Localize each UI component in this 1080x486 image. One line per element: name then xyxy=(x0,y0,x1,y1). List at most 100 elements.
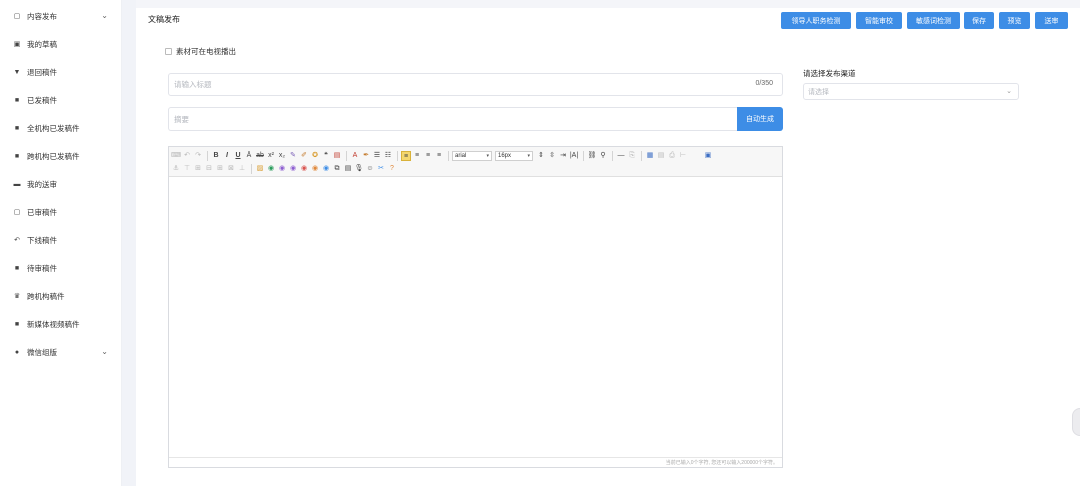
scissors-icon[interactable]: ✂ xyxy=(376,164,386,174)
chevron-down-icon[interactable]: ⌄ xyxy=(101,347,108,356)
horizontal-rule-icon[interactable]: — xyxy=(616,151,626,161)
fullscreen-icon[interactable]: ▣ xyxy=(703,151,713,161)
split-cols-icon[interactable]: ⊞ xyxy=(215,164,225,174)
print-icon[interactable]: ⎙ xyxy=(667,151,677,161)
sidebar-item[interactable]: ■ 全机构已发稿件 xyxy=(0,118,122,138)
remove-format-icon[interactable]: ✎ xyxy=(288,151,298,161)
unordered-list-icon[interactable]: ☷ xyxy=(383,151,393,161)
help-icon[interactable]: ? xyxy=(387,164,397,174)
strikethrough-icon[interactable]: ab xyxy=(255,151,265,161)
sensitive-word-check-button[interactable]: 敏感词检测 xyxy=(907,12,960,29)
split-cells-icon[interactable]: ⊞ xyxy=(193,164,203,174)
anchor-icon[interactable]: ⚓ xyxy=(171,164,181,174)
sidebar-item[interactable]: ■ 已发稿件 xyxy=(0,90,122,110)
tv-broadcast-option[interactable]: 素材可在电视播出 xyxy=(165,46,236,57)
sidebar-item[interactable]: ▣ 我的草稿 xyxy=(0,34,122,54)
rich-text-editor[interactable]: ⌨ ↶ ↷ B I U Ā ab x² x₂ ✎ ✐ ✪ ❝ ▤ A ✒ ☰ ☷… xyxy=(168,146,783,468)
font-color-icon[interactable]: A xyxy=(350,151,360,161)
font-size-value: 16px xyxy=(498,153,512,159)
abstract-field[interactable] xyxy=(168,107,737,131)
underline-icon[interactable]: U xyxy=(233,151,243,161)
toolbar-divider xyxy=(251,164,252,174)
plugin-blue-icon[interactable]: ◉ xyxy=(321,164,331,174)
sidebar-item[interactable]: ▼ 退回稿件 xyxy=(0,62,122,82)
highlight-color-icon[interactable]: ✒ xyxy=(361,151,371,161)
document-icon: ▢ xyxy=(13,208,21,216)
preview-button[interactable]: 预览 xyxy=(999,12,1030,29)
font-size-select[interactable]: 16px ▾ xyxy=(495,151,533,161)
sidebar-item[interactable]: ● 微信组版 ⌄ xyxy=(0,342,122,362)
align-right-icon[interactable]: ≡ xyxy=(423,151,433,161)
pagebreak-icon[interactable]: ⎘ xyxy=(627,151,637,161)
line-height-icon[interactable]: ⇳ xyxy=(547,151,557,161)
subscript-icon[interactable]: x₂ xyxy=(277,151,287,161)
save-button[interactable]: 保存 xyxy=(964,12,994,29)
bold-icon[interactable]: B xyxy=(211,151,221,161)
paste-plain-icon[interactable]: ▤ xyxy=(332,151,342,161)
leader-title-check-button[interactable]: 领导人职务检测 xyxy=(781,12,851,29)
editor-toolbar: ⌨ ↶ ↷ B I U Ā ab x² x₂ ✎ ✐ ✪ ❝ ▤ A ✒ ☰ ☷… xyxy=(169,147,782,177)
insert-frame-icon[interactable]: ⧉ xyxy=(332,164,342,174)
sidebar-item[interactable]: ■ 跨机构已发稿件 xyxy=(0,146,122,166)
font-family-select[interactable]: arial ▾ xyxy=(452,151,492,161)
plugin-purple-icon[interactable]: ◉ xyxy=(277,164,287,174)
smart-proofread-button[interactable]: 智能审校 xyxy=(856,12,902,29)
square-icon: ■ xyxy=(14,152,20,160)
sidebar-item[interactable]: ▢ 已审稿件 xyxy=(0,202,122,222)
microphone-icon[interactable]: 🎙 xyxy=(354,164,364,174)
plugin-red-icon[interactable]: ◉ xyxy=(299,164,309,174)
title-field[interactable]: 0/350 xyxy=(168,73,783,96)
blockquote-icon[interactable]: ❝ xyxy=(321,151,331,161)
indent-icon[interactable]: ⇥ xyxy=(558,151,568,161)
split-rows-icon[interactable]: ⊟ xyxy=(204,164,214,174)
sidebar-item[interactable]: ▢ 内容发布 ⌄ xyxy=(0,6,122,26)
sidebar-item-label: 我的草稿 xyxy=(27,39,57,49)
channel-select[interactable]: 请选择 ⌄ xyxy=(803,83,1019,100)
chevron-down-icon[interactable]: ⌄ xyxy=(101,11,108,20)
plugin-orange-icon[interactable]: ◉ xyxy=(310,164,320,174)
link-icon[interactable]: ⛓ xyxy=(587,151,597,161)
sidebar-item[interactable]: ▬ 我的送审 xyxy=(0,174,122,194)
plugin-green-icon[interactable]: ◉ xyxy=(266,164,276,174)
search-replace-icon[interactable]: ⚲ xyxy=(598,151,608,161)
submit-review-button[interactable]: 送审 xyxy=(1035,12,1068,29)
align-left-icon[interactable]: ≡ xyxy=(401,151,411,161)
content-gutter xyxy=(122,0,136,486)
table-props-icon[interactable]: ▤ xyxy=(656,151,666,161)
editor-content-area[interactable] xyxy=(169,177,782,457)
image-icon[interactable]: ▨ xyxy=(255,164,265,174)
tv-broadcast-checkbox[interactable] xyxy=(165,48,172,55)
source-code-icon[interactable]: ⌨ xyxy=(171,151,181,161)
sidebar-item[interactable]: ↶ 下线稿件 xyxy=(0,230,122,250)
italic-icon[interactable]: I xyxy=(222,151,232,161)
merge-cells-icon[interactable]: ⊤ xyxy=(182,164,192,174)
sidebar-item[interactable]: ♛ 跨机构稿件 xyxy=(0,286,122,306)
emotion-icon[interactable]: ☺ xyxy=(365,164,375,174)
title-input[interactable] xyxy=(169,74,729,95)
superscript-icon[interactable]: x² xyxy=(266,151,276,161)
auto-generate-button[interactable]: 自动生成 xyxy=(737,107,783,131)
delete-table-icon[interactable]: ⊠ xyxy=(226,164,236,174)
format-painter-icon[interactable]: ✐ xyxy=(299,151,309,161)
insert-col-icon[interactable]: ⊢ xyxy=(678,151,688,161)
title-char-counter: 0/350 xyxy=(755,80,773,87)
sidebar-item[interactable]: ■ 新媒体视频稿件 xyxy=(0,314,122,334)
table-icon[interactable]: ▦ xyxy=(645,151,655,161)
ordered-list-icon[interactable]: ☰ xyxy=(372,151,382,161)
auto-format-icon[interactable]: ✪ xyxy=(310,151,320,161)
sidebar-item-label: 内容发布 xyxy=(27,11,57,21)
paragraph-spacing-icon[interactable]: ⇕ xyxy=(536,151,546,161)
font-scale-icon[interactable]: |A| xyxy=(569,151,579,161)
align-justify-icon[interactable]: ≡ xyxy=(434,151,444,161)
abstract-input[interactable] xyxy=(169,108,729,130)
align-center-icon[interactable]: ≡ xyxy=(412,151,422,161)
plugin-violet-icon[interactable]: ◉ xyxy=(288,164,298,174)
font-border-icon[interactable]: Ā xyxy=(244,151,254,161)
redo-icon[interactable]: ↷ xyxy=(193,151,203,161)
undo-icon[interactable]: ↶ xyxy=(182,151,192,161)
insert-date-icon[interactable]: ▤ xyxy=(343,164,353,174)
chart-icon[interactable]: ⊥ xyxy=(237,164,247,174)
sidebar-item-label: 退回稿件 xyxy=(27,67,57,77)
sidebar-item[interactable]: ■ 待审稿件 xyxy=(0,258,122,278)
floating-side-tab[interactable] xyxy=(1072,408,1080,436)
